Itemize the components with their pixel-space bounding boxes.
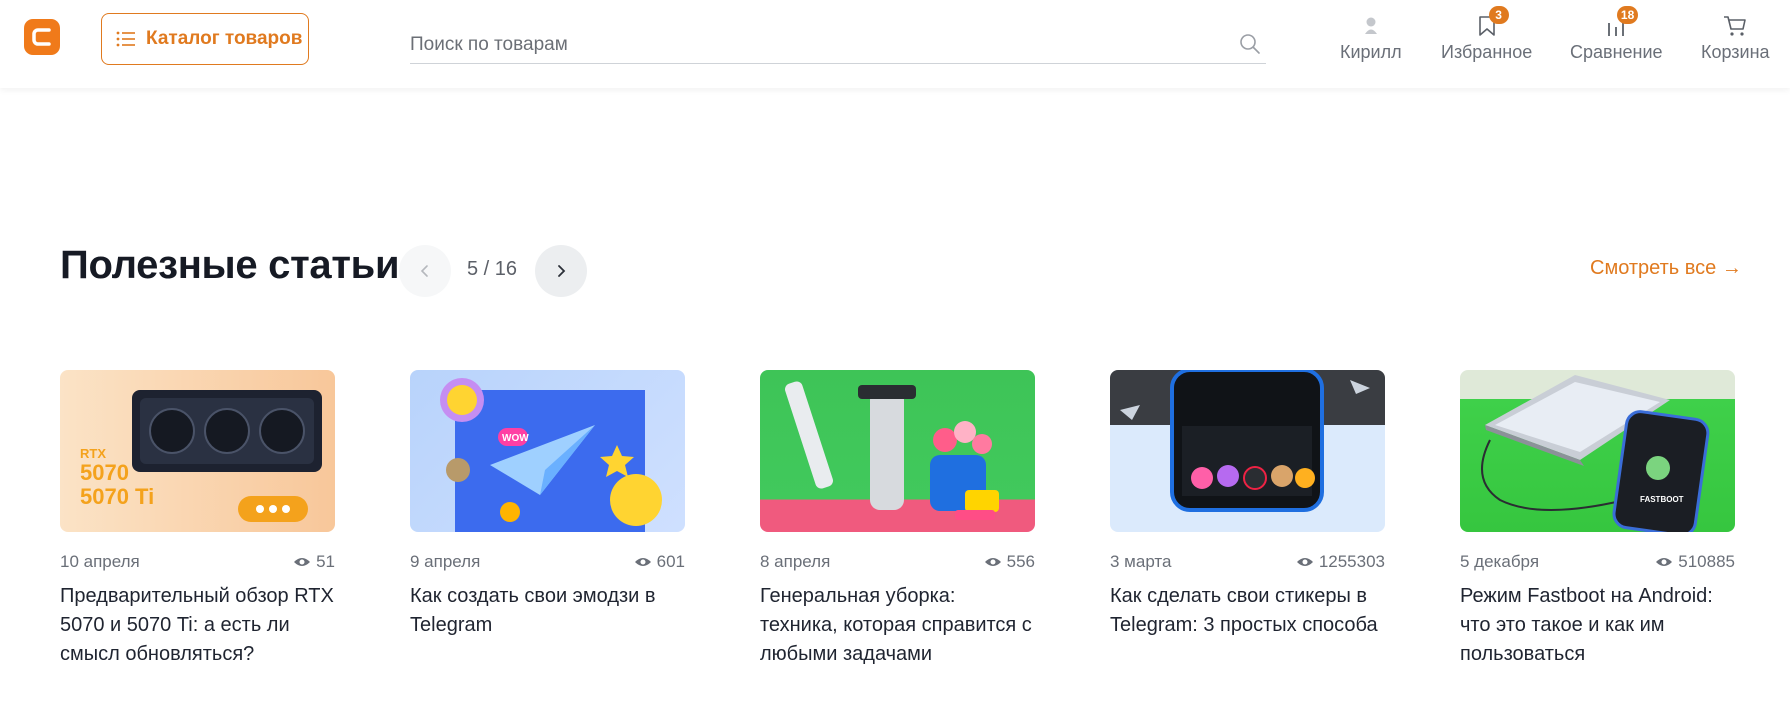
article-views-count: 601 — [656, 552, 685, 571]
article-views-count: 510885 — [1678, 552, 1735, 571]
article-date: 8 апреля — [760, 552, 831, 571]
compare-icon: 18 — [1602, 6, 1639, 40]
list-icon — [116, 31, 135, 47]
article-card[interactable]: RTX 5070 5070 Ti 10 апреля 51 Предварите… — [60, 370, 335, 669]
search-input[interactable] — [410, 28, 1190, 62]
compare-badge: 18 — [1616, 6, 1639, 24]
site-header: Каталог товаров Кирилл 3 Избранное — [0, 0, 1790, 88]
thumb-text: 5070 — [80, 460, 129, 485]
article-title[interactable]: Режим Fastboot на Android: что это такое… — [1460, 582, 1735, 669]
thumb-text: FASTBOOT — [1640, 495, 1684, 504]
eye-icon — [1296, 558, 1313, 566]
nav-cart[interactable]: Корзина — [1701, 12, 1770, 68]
article-date: 5 декабря — [1460, 552, 1540, 571]
user-icon — [1357, 12, 1385, 40]
thumb-text: RTX — [80, 446, 106, 461]
favorites-badge: 3 — [1488, 6, 1509, 24]
article-date: 9 апреля — [410, 552, 481, 571]
catalog-button-label: Каталог товаров — [146, 28, 303, 49]
article-title[interactable]: Как создать свои эмодзи в Telegram — [410, 582, 685, 640]
article-title[interactable]: Предварительный обзор RTX 5070 и 5070 Ti… — [60, 582, 335, 669]
search-icon[interactable] — [1238, 32, 1262, 56]
article-views-count: 51 — [316, 552, 335, 571]
nav-profile[interactable]: Кирилл — [1340, 12, 1402, 68]
article-card[interactable]: FASTBOOT 5 декабря 510885 Режим Fastboot… — [1460, 370, 1735, 669]
section-title: Полезные статьи — [60, 243, 400, 287]
catalog-button[interactable]: Каталог товаров — [101, 13, 309, 65]
thumb-text: 5070 Ti — [80, 484, 154, 509]
bookmark-icon: 3 — [1473, 6, 1509, 40]
article-date: 10 апреля — [60, 552, 140, 571]
article-views: 1255303 — [1296, 552, 1385, 572]
see-all-link[interactable]: Смотреть все → — [1590, 257, 1742, 280]
article-title[interactable]: Как сделать свои стикеры в Telegram: 3 п… — [1110, 582, 1385, 640]
article-title[interactable]: Генеральная уборка: техника, которая спр… — [760, 582, 1035, 669]
article-views-count: 556 — [1006, 552, 1035, 571]
eye-icon — [1656, 558, 1673, 566]
chevron-right-icon — [558, 265, 566, 277]
pager-prev-button[interactable] — [399, 245, 451, 297]
nav-favorites-label: Избранное — [1441, 42, 1533, 62]
logo-icon[interactable] — [24, 19, 60, 55]
chevron-left-icon — [420, 265, 428, 277]
nav-profile-label: Кирилл — [1340, 42, 1402, 62]
nav-compare-label: Сравнение — [1570, 42, 1663, 62]
article-thumbnail[interactable]: FASTBOOT — [1460, 370, 1735, 532]
nav-favorites[interactable]: 3 Избранное — [1441, 6, 1533, 68]
article-date: 3 марта — [1110, 552, 1172, 571]
pager-next-button[interactable] — [535, 245, 587, 297]
article-thumbnail[interactable]: WOW — [410, 370, 685, 532]
article-views-count: 1255303 — [1318, 552, 1385, 571]
eye-icon — [294, 558, 311, 566]
article-card[interactable]: 3 марта 1255303 Как сделать свои стикеры… — [1110, 370, 1385, 640]
eye-icon — [634, 558, 651, 566]
thumb-text: WOW — [502, 433, 529, 444]
article-card[interactable]: WOW 9 апреля 601 Как создать свои эмодзи… — [410, 370, 685, 640]
nav-cart-label: Корзина — [1701, 42, 1770, 62]
pager-count: 5 / 16 — [467, 258, 518, 280]
article-views: 601 — [634, 552, 685, 572]
cart-icon — [1721, 12, 1749, 40]
article-views: 556 — [984, 552, 1035, 572]
article-thumbnail[interactable] — [1110, 370, 1385, 532]
nav-compare[interactable]: 18 Сравнение — [1570, 6, 1663, 68]
article-card[interactable]: 8 апреля 556 Генеральная уборка: техника… — [760, 370, 1035, 669]
eye-icon — [984, 558, 1001, 566]
article-views: 510885 — [1655, 552, 1735, 572]
article-views: 51 — [293, 552, 335, 572]
article-thumbnail[interactable] — [760, 370, 1035, 532]
search-bar — [410, 28, 1266, 64]
article-thumbnail[interactable]: RTX 5070 5070 Ti — [60, 370, 335, 532]
